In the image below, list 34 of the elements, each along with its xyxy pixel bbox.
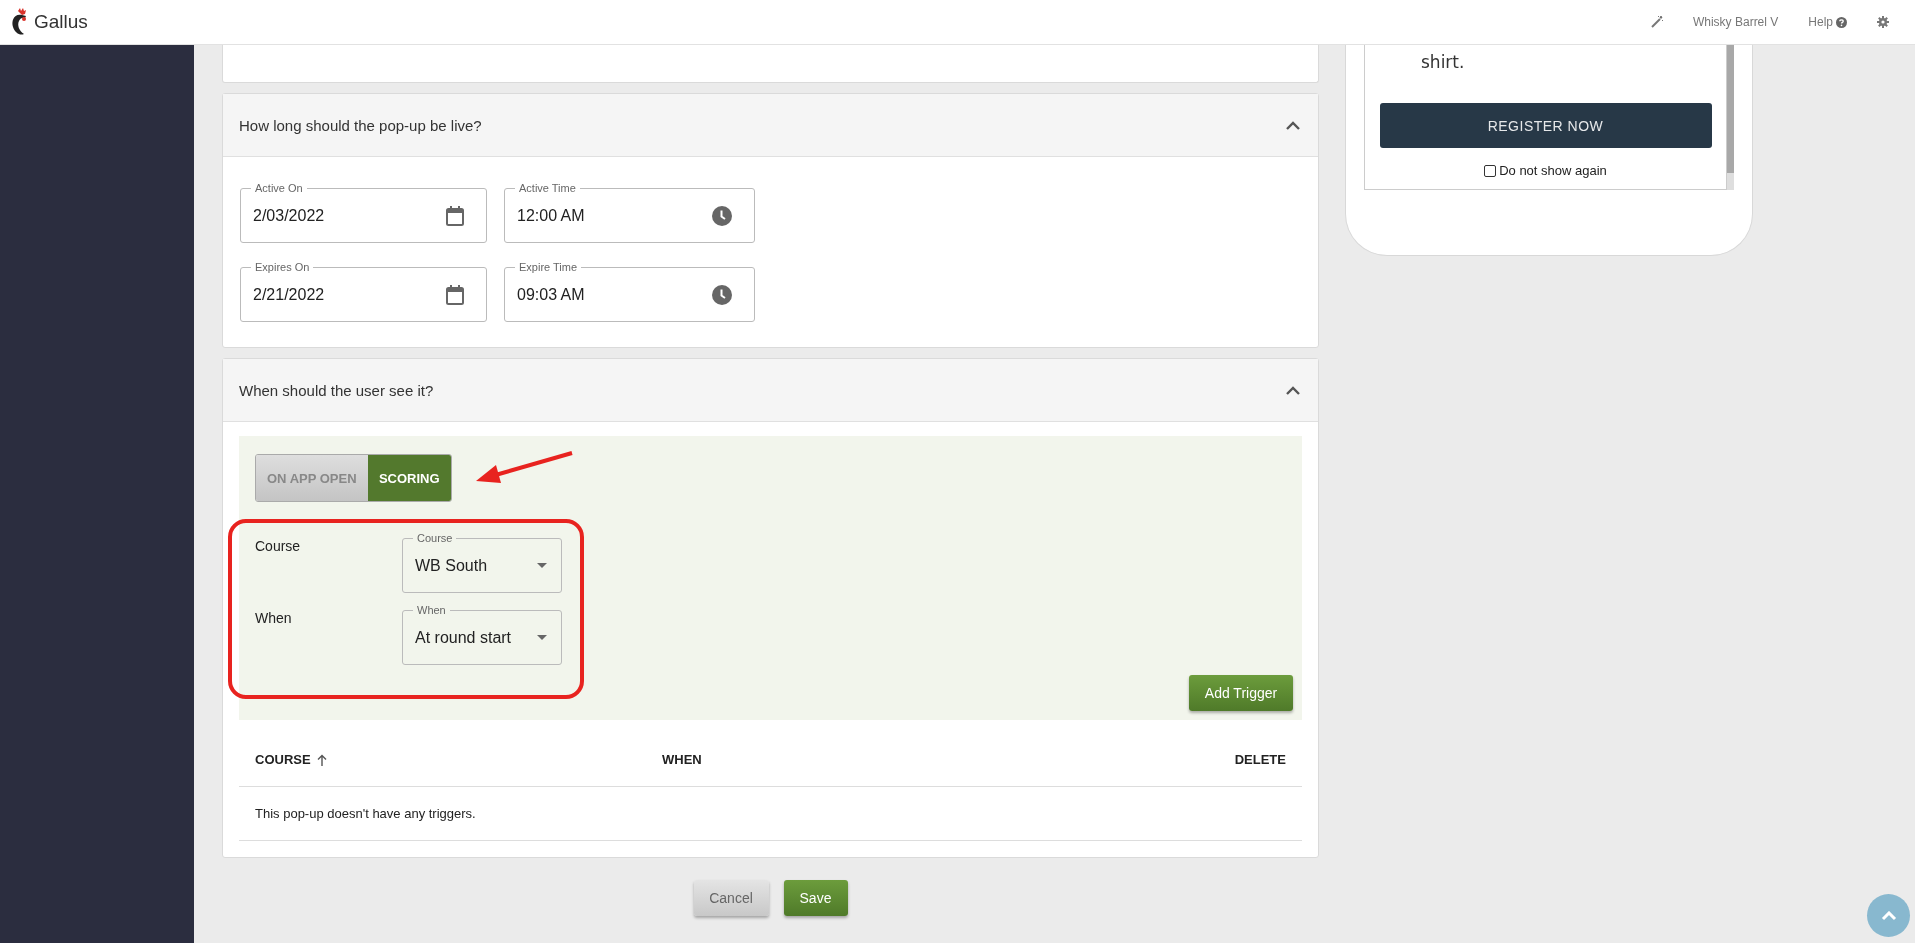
add-trigger-button[interactable]: Add Trigger: [1189, 675, 1293, 711]
account-link[interactable]: Whisky Barrel V: [1692, 15, 1779, 29]
section-header[interactable]: When should the user see it?: [223, 359, 1318, 422]
chevron-up-icon[interactable]: [1286, 120, 1300, 130]
caret-icon[interactable]: [537, 563, 547, 568]
column-header[interactable]: DELETE: [1234, 752, 1286, 767]
popup-text: shirt.: [1421, 52, 1465, 72]
settings-icon[interactable]: [1877, 16, 1889, 28]
help-link[interactable]: Help: [1808, 15, 1833, 29]
column-header[interactable]: COURSE: [255, 752, 311, 767]
cancel-button[interactable]: Cancel: [693, 880, 769, 916]
magic-wand-icon[interactable]: [1650, 16, 1663, 28]
scrollbar[interactable]: [1727, 45, 1734, 190]
empty-message: This pop-up doesn't have any triggers.: [255, 806, 476, 821]
chevron-up-icon[interactable]: [1286, 385, 1300, 395]
section-header[interactable]: How long should the pop-up be live?: [223, 94, 1318, 157]
brand-name: Gallus: [34, 11, 88, 33]
column-header[interactable]: WHEN: [662, 752, 702, 767]
mode-toggle[interactable]: SCORING: [367, 455, 451, 501]
caret-icon[interactable]: [537, 635, 547, 640]
arrow-up-icon[interactable]: [316, 753, 327, 766]
section-title: When should the user see it?: [239, 381, 434, 399]
section-title: How long should the pop-up be live?: [239, 116, 482, 134]
calendar-icon[interactable]: [446, 284, 464, 305]
save-button[interactable]: Save: [783, 880, 848, 916]
checkbox-label: Do not show again: [1499, 163, 1607, 178]
clock-icon[interactable]: [712, 284, 732, 305]
clock-icon[interactable]: [712, 205, 732, 226]
calendar-icon[interactable]: [446, 205, 464, 226]
register-button[interactable]: REGISTER NOW: [1379, 103, 1712, 148]
help-icon[interactable]: [1836, 16, 1847, 28]
checkbox[interactable]: [1484, 164, 1497, 177]
row-label: When: [255, 610, 293, 626]
row-label: Course: [255, 538, 302, 554]
